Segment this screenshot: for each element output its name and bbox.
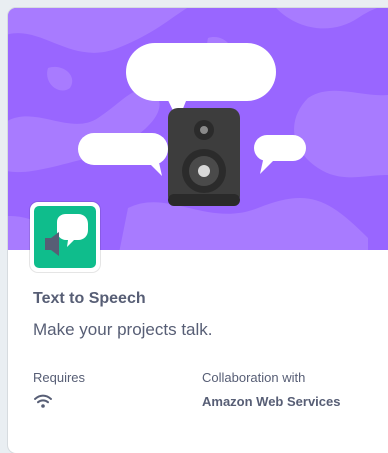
extension-icon	[30, 202, 100, 272]
extension-title: Text to Speech	[33, 290, 146, 307]
collaborator-name: Amazon Web Services	[202, 394, 341, 409]
requires-label: Requires	[33, 370, 86, 385]
speech-bubble-speaker-icon	[34, 206, 96, 268]
speaker-icon	[168, 108, 240, 206]
speech-bubble-right	[254, 135, 306, 174]
extension-description: Make your projects talk.	[33, 320, 213, 339]
speech-bubble-left	[78, 133, 168, 176]
extension-card-text-to-speech[interactable]: Text to Speech Make your projects talk. …	[8, 8, 388, 453]
wifi-icon	[33, 393, 53, 409]
collaboration-label: Collaboration with	[202, 370, 306, 385]
